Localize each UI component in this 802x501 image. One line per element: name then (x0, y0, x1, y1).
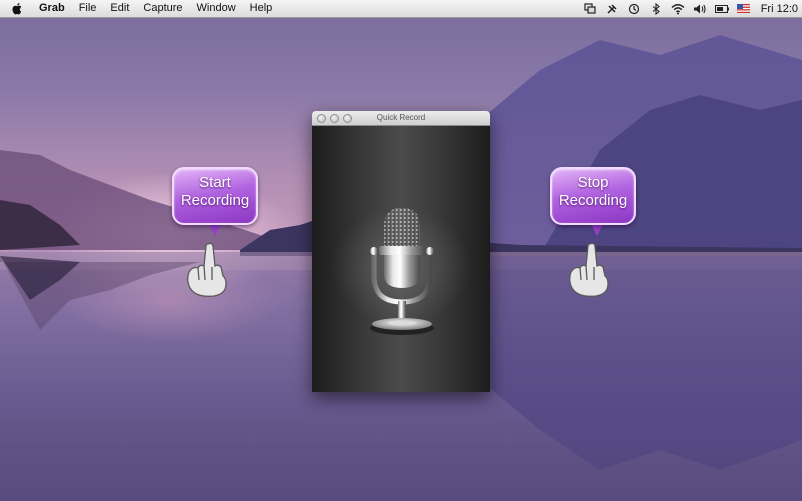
window-content (312, 126, 490, 392)
time-machine-icon[interactable] (627, 2, 641, 15)
pointing-hand-icon (569, 242, 609, 297)
menu-bar: Grab File Edit Capture Window Help Fri 1… (0, 0, 802, 18)
window-title: Quick Record (376, 113, 426, 122)
microphone-icon[interactable] (367, 206, 437, 341)
bluetooth-icon[interactable] (649, 2, 663, 15)
stop-recording-button[interactable]: Stop Recording (550, 167, 636, 236)
volume-icon[interactable] (693, 2, 707, 15)
status-menus: Fri 12:0 (579, 0, 802, 17)
wifi-icon[interactable] (671, 2, 685, 15)
stop-recording-label: Stop Recording (558, 174, 628, 209)
start-recording-button[interactable]: Start Recording (172, 167, 258, 236)
menu-file[interactable]: File (72, 0, 104, 17)
menu-clock[interactable]: Fri 12:0 (755, 3, 802, 15)
menu-window[interactable]: Window (190, 0, 243, 17)
menu-help[interactable]: Help (243, 0, 280, 17)
tools-icon[interactable] (605, 2, 619, 15)
menu-app-grab[interactable]: Grab (32, 0, 72, 17)
pointing-hand-icon (187, 242, 227, 297)
window-titlebar[interactable]: Quick Record (312, 111, 490, 126)
menu-edit[interactable]: Edit (103, 0, 136, 17)
menu-capture[interactable]: Capture (136, 0, 189, 17)
apple-menu-icon[interactable] (10, 2, 24, 16)
start-recording-label: Start Recording (180, 174, 250, 209)
battery-icon[interactable] (714, 2, 729, 15)
screen-mirror-icon[interactable] (583, 2, 597, 15)
us-flag-icon[interactable] (737, 2, 751, 15)
quick-record-window: Quick Record (312, 111, 490, 392)
